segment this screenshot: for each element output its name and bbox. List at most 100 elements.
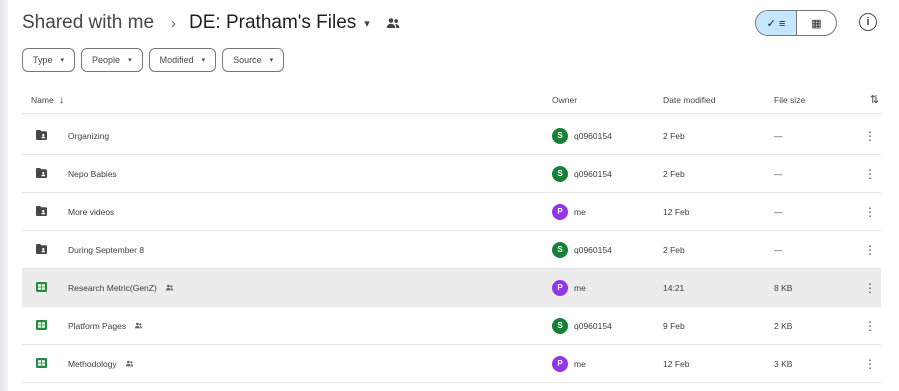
more-actions-icon[interactable]: ⋮ [864, 129, 876, 143]
file-name-label: Nepo Babies [68, 168, 117, 179]
table-row[interactable]: Platform Pages S q0960154 9 Feb 2 KB ⋮ [22, 307, 881, 345]
list-view-button[interactable]: ✓ ≡ [756, 11, 796, 35]
avatar: S [552, 165, 568, 182]
owner-name: q0960154 [574, 244, 612, 255]
owner-cell: P me [552, 355, 586, 372]
owner-name: me [574, 358, 586, 369]
file-size: — [774, 244, 783, 255]
chevron-down-icon: ▾ [60, 57, 65, 64]
avatar: S [552, 317, 568, 334]
avatar: S [552, 241, 568, 258]
table-row[interactable]: Research Metric(GenZ) P me 14:21 8 KB ⋮ [22, 269, 881, 307]
file-size: 2 KB [774, 320, 793, 331]
file-name-label: More videos [68, 206, 115, 217]
avatar: P [552, 203, 568, 220]
breadcrumb-shared-with-me[interactable]: Shared with me [22, 12, 154, 34]
spreadsheet-icon [36, 320, 47, 330]
owner-cell: S q0960154 [552, 241, 612, 258]
view-toggle: ✓ ≡ ▦ [755, 10, 837, 36]
more-actions-icon[interactable]: ⋮ [864, 281, 876, 295]
folder-title: DE: Pratham's Files [189, 12, 357, 33]
owner-name: me [574, 282, 586, 293]
file-name: Platform Pages [68, 321, 143, 331]
grid-view-button[interactable]: ▦ [796, 11, 836, 35]
chevron-down-icon: ▾ [128, 57, 132, 64]
filter-modified[interactable]: Modified ▾ [148, 48, 217, 72]
owner-cell: S q0960154 [552, 317, 612, 334]
filter-people[interactable]: People ▾ [81, 48, 143, 72]
file-size: — [774, 168, 783, 179]
column-name-label: Name [31, 94, 54, 105]
owner-cell: S q0960154 [552, 165, 612, 182]
shared-folder-icon [36, 130, 47, 140]
breadcrumb-separator-icon: › [171, 14, 177, 32]
avatar: P [552, 355, 568, 372]
shared-folder-icon [36, 168, 47, 178]
avatar: P [552, 279, 568, 296]
column-owner-header[interactable]: Owner [552, 95, 577, 105]
table-row[interactable]: Methodology P me 12 Feb 3 KB ⋮ [22, 345, 881, 383]
chevron-down-icon: ▾ [201, 57, 206, 64]
owner-cell: P me [552, 279, 586, 296]
file-name: More videos [68, 207, 114, 217]
file-size: 8 KB [774, 282, 793, 293]
date-modified: 9 Feb [663, 320, 685, 331]
file-name: Organizing [68, 131, 109, 141]
info-icon[interactable]: i [859, 13, 877, 31]
shared-people-icon [386, 18, 400, 28]
file-name: During September 8 [68, 245, 144, 255]
shared-people-icon [135, 322, 143, 329]
owner-name: q0960154 [574, 168, 612, 179]
shared-people-icon [165, 284, 174, 291]
filter-type[interactable]: Type ▾ [22, 48, 76, 72]
arrow-down-icon: ↓ [58, 93, 65, 106]
table-header: Name ↓ Owner Date modified File size ⇅ [22, 86, 881, 114]
owner-name: q0960154 [574, 130, 612, 141]
file-list: Organizing S q0960154 2 Feb — ⋮ Nepo Bab… [22, 117, 881, 383]
date-modified: 12 Feb [663, 206, 690, 217]
date-modified: 2 Feb [663, 168, 685, 179]
more-actions-icon[interactable]: ⋮ [864, 243, 876, 257]
more-actions-icon[interactable]: ⋮ [864, 205, 876, 219]
table-row[interactable]: More videos P me 12 Feb — ⋮ [22, 193, 881, 231]
file-size: — [774, 206, 783, 217]
column-date-modified-header[interactable]: Date modified [663, 95, 715, 105]
shared-people-icon [125, 360, 133, 367]
owner-cell: P me [552, 203, 586, 220]
filter-modified-label: Modified [159, 55, 194, 65]
file-name-label: Platform Pages [68, 320, 127, 331]
shared-folder-icon [36, 244, 47, 254]
spreadsheet-icon [36, 282, 47, 292]
filter-source-label: Source [233, 55, 262, 65]
file-size: — [774, 130, 783, 141]
table-row[interactable]: Nepo Babies S q0960154 2 Feb — ⋮ [22, 155, 881, 193]
date-modified: 14:21 [663, 282, 685, 293]
column-name-header[interactable]: Name ↓ [31, 94, 64, 106]
owner-cell: S q0960154 [552, 127, 612, 144]
filter-source[interactable]: Source ▾ [222, 48, 285, 72]
file-name-label: Research Metric(GenZ) [68, 282, 157, 293]
more-actions-icon[interactable]: ⋮ [864, 319, 876, 333]
date-modified: 2 Feb [663, 130, 685, 141]
chevron-down-icon: ▾ [364, 17, 370, 30]
more-actions-icon[interactable]: ⋮ [864, 167, 876, 181]
file-name-label: Organizing [68, 130, 110, 141]
more-actions-icon[interactable]: ⋮ [864, 357, 876, 371]
avatar: S [552, 127, 568, 144]
file-name: Nepo Babies [68, 169, 117, 179]
date-modified: 2 Feb [663, 244, 685, 255]
table-row[interactable]: During September 8 S q0960154 2 Feb — ⋮ [22, 231, 881, 269]
filter-people-label: People [92, 55, 121, 65]
filter-type-label: Type [33, 55, 53, 65]
breadcrumb: Shared with me › DE: Pratham's Files ▾ ✓… [22, 6, 881, 40]
owner-name: me [574, 206, 586, 217]
owner-name: q0960154 [574, 320, 612, 331]
column-file-size-header[interactable]: File size [774, 95, 805, 105]
sidebar-edge [0, 0, 8, 391]
filter-bar: Type ▾ People ▾ Modified ▾ Source ▾ [22, 48, 285, 72]
sort-options-icon[interactable]: ⇅ [870, 93, 879, 106]
breadcrumb-current-folder[interactable]: DE: Pratham's Files ▾ [189, 12, 370, 34]
table-row[interactable]: Organizing S q0960154 2 Feb — ⋮ [22, 117, 881, 155]
date-modified: 12 Feb [663, 358, 690, 369]
file-name-label: Methodology [68, 358, 117, 369]
